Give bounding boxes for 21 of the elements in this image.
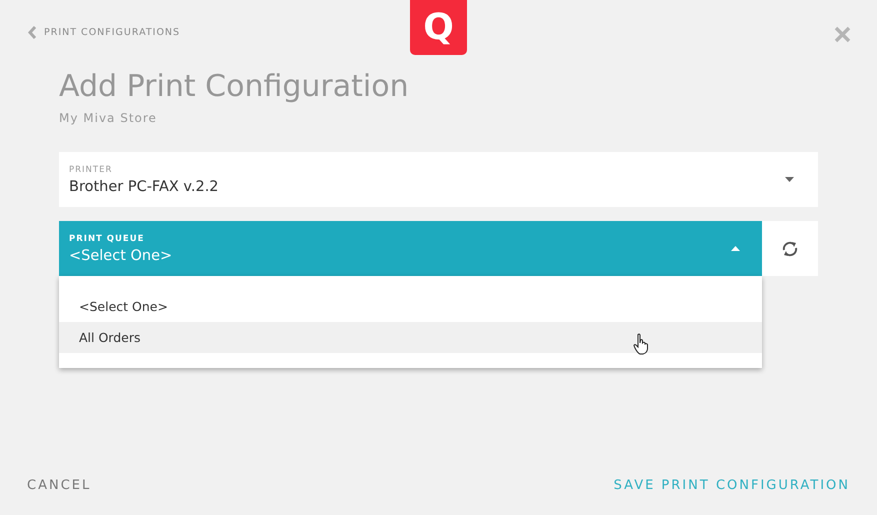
refresh-button[interactable] — [762, 221, 818, 276]
caret-icon — [731, 246, 740, 251]
logo: Q — [410, 0, 467, 55]
field-value: <Select One> — [69, 248, 174, 264]
cancel-button[interactable]: CANCEL — [27, 478, 92, 493]
refresh-icon — [781, 240, 799, 256]
caret-icon — [785, 177, 794, 182]
field-label: PRINTER — [69, 164, 114, 174]
dropdown-option[interactable]: All Orders — [59, 322, 762, 353]
field-value: Brother PC-FAX v.2.2 — [69, 178, 220, 194]
close-icon — [834, 26, 851, 43]
page-title: Add Print Configuration — [59, 68, 410, 106]
chevron-left-icon — [28, 26, 36, 39]
print-queue-dropdown[interactable]: PRINT QUEUE <Select One> — [59, 221, 762, 276]
back-link[interactable]: PRINT CONFIGURATIONS — [28, 26, 410, 39]
hand-cursor-icon — [633, 333, 649, 355]
store-name: My Miva Store — [59, 111, 158, 125]
field-label: PRINT QUEUE — [69, 234, 146, 244]
printer-dropdown[interactable]: PRINTER Brother PC-FAX v.2.2 — [59, 152, 818, 207]
dropdown-option[interactable]: <Select One> — [59, 291, 762, 322]
save-button[interactable]: SAVE PRINT CONFIGURATION — [614, 478, 850, 493]
